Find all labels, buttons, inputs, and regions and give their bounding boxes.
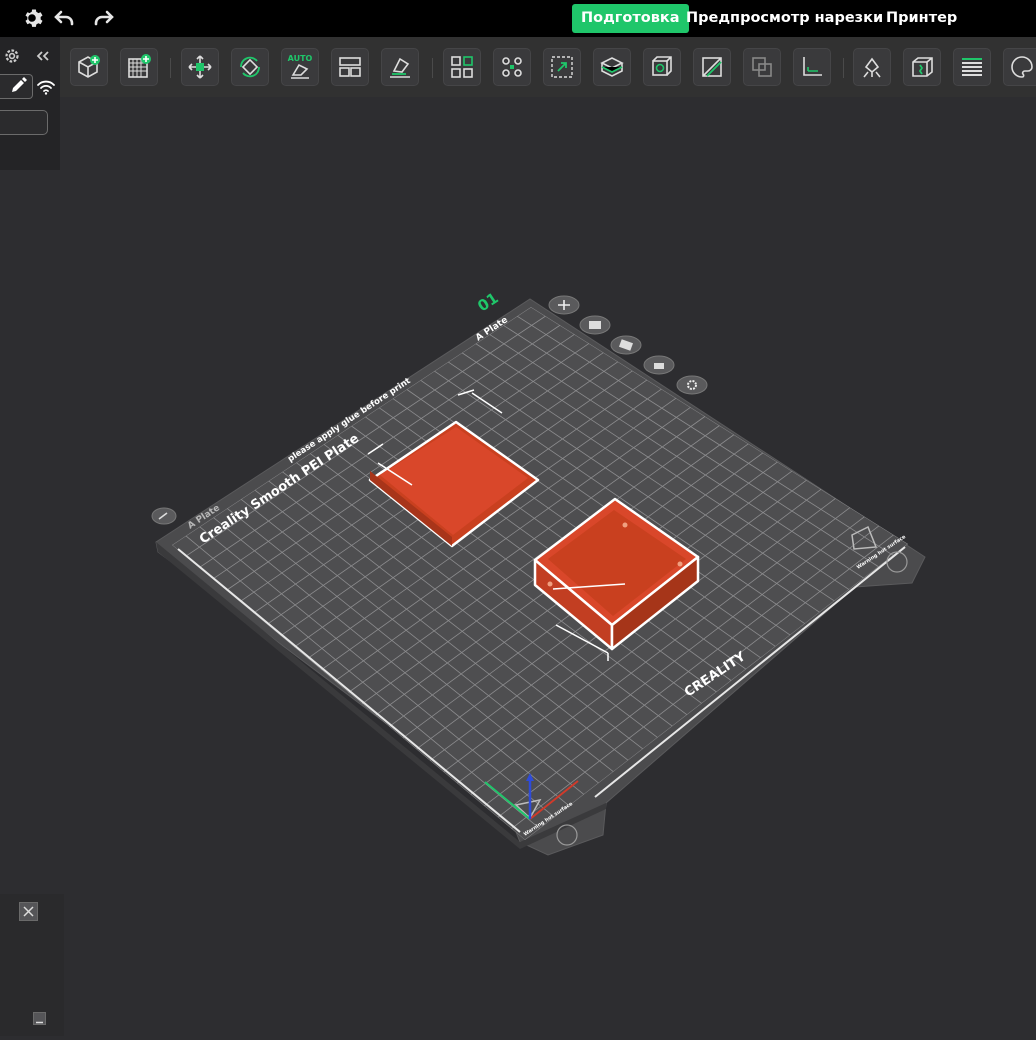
seam-paint-icon [912, 57, 933, 77]
add-plate-button[interactable] [120, 48, 158, 86]
toolbar-divider [843, 58, 844, 78]
tab-prepare[interactable]: Подготовка [572, 4, 689, 33]
auto-arrange-icon: AUTO [288, 54, 313, 79]
3d-viewport[interactable]: Creality Smooth PEI Plate please apply g… [0, 97, 1036, 1036]
variable-layer-icon [962, 58, 982, 76]
cut-icon [600, 57, 624, 77]
undo-icon[interactable] [52, 6, 76, 30]
measure-button[interactable] [793, 48, 831, 86]
build-plate-scene[interactable]: Creality Smooth PEI Plate please apply g… [0, 97, 1036, 1036]
plate-edit-button[interactable] [151, 507, 177, 525]
title-bar: Подготовка Предпросмотр нарезки Принтер [0, 0, 1036, 37]
color-paint-icon [1011, 56, 1033, 78]
support-paint-icon [863, 57, 881, 78]
close-icon [23, 906, 34, 917]
seam-paint-button[interactable] [903, 48, 941, 86]
toolbar: AUTO [60, 37, 1036, 97]
plate-number: 01 [474, 289, 501, 316]
color-paint-button[interactable] [1003, 48, 1036, 86]
redo-icon[interactable] [92, 6, 116, 30]
toolbar-divider [432, 58, 433, 78]
cut-button[interactable] [593, 48, 631, 86]
minimize-icon [36, 1021, 43, 1024]
collapse-icon[interactable] [33, 46, 53, 66]
fit-view-icon [551, 56, 573, 78]
plate-lock-icon [654, 363, 664, 369]
auto-arrange-button[interactable]: AUTO [281, 48, 319, 86]
settings-gear-icon[interactable] [20, 6, 44, 30]
slice-plane-button[interactable] [693, 48, 731, 86]
lay-on-face-button[interactable] [381, 48, 419, 86]
variable-layer-button[interactable] [953, 48, 991, 86]
boolean-button[interactable] [643, 48, 681, 86]
fit-view-button[interactable] [543, 48, 581, 86]
plate-settings-button[interactable] [676, 375, 708, 395]
tab-preview[interactable]: Предпросмотр нарезки [677, 4, 892, 33]
plate-arrange-icon [589, 321, 601, 329]
measure-icon [803, 57, 822, 76]
settings-icon[interactable] [2, 46, 22, 66]
merge-icon [752, 57, 772, 77]
object-list-panel [0, 894, 64, 1036]
split-parts-button[interactable] [493, 48, 531, 86]
add-object-icon [78, 55, 100, 78]
boolean-icon [652, 56, 672, 76]
split-objects-button[interactable] [443, 48, 481, 86]
plate-orient-button[interactable] [610, 335, 642, 355]
layout-button[interactable] [331, 48, 369, 86]
rotate-icon [240, 56, 260, 78]
auto-badge-label: AUTO [288, 54, 313, 63]
merge-button[interactable] [743, 48, 781, 86]
move-button[interactable] [181, 48, 219, 86]
add-plate-icon [128, 54, 151, 78]
plate-lock-button[interactable] [643, 355, 675, 375]
edit-field[interactable] [0, 74, 33, 99]
minimize-button[interactable] [33, 1012, 46, 1025]
layout-icon [339, 57, 361, 77]
add-object-button[interactable] [70, 48, 108, 86]
split-parts-icon [502, 57, 522, 77]
slice-plane-icon [702, 57, 722, 77]
toolbar-divider [170, 58, 171, 78]
wifi-icon[interactable] [36, 77, 56, 97]
edit-pencil-icon[interactable] [9, 77, 29, 97]
close-button[interactable] [19, 902, 38, 921]
plate-add-button[interactable] [548, 295, 580, 315]
split-objects-icon [451, 56, 473, 78]
lay-on-face-icon [390, 57, 410, 78]
rotate-button[interactable] [231, 48, 269, 86]
plate-arrange-button[interactable] [579, 315, 611, 335]
support-paint-button[interactable] [853, 48, 891, 86]
auto-orient-icon [188, 55, 212, 79]
tab-printer[interactable]: Принтер [877, 4, 966, 33]
